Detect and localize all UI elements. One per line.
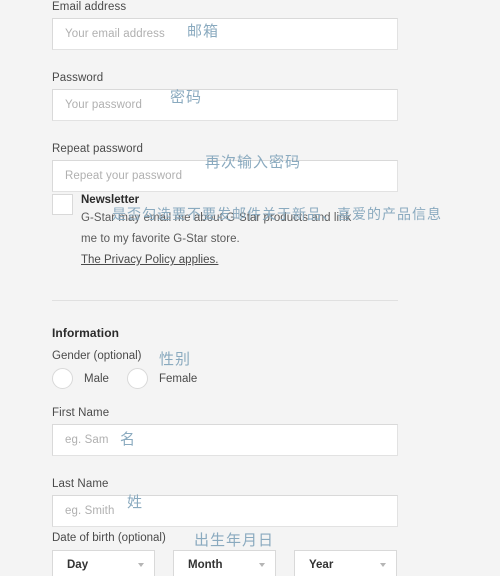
newsletter-checkbox[interactable] xyxy=(52,194,73,215)
gender-label-female: Female xyxy=(158,372,198,385)
email-input[interactable]: Your email address xyxy=(52,18,398,50)
date-of-birth-label: Date of birth (optional) xyxy=(52,532,166,544)
year-select-value: Year xyxy=(309,559,334,571)
section-divider xyxy=(52,300,398,301)
newsletter-title: Newsletter xyxy=(81,194,140,206)
chevron-down-icon xyxy=(380,563,386,567)
annotation-gender: 性别 xyxy=(159,350,192,368)
newsletter-description-line2: me to my favorite G-Star store. xyxy=(81,233,240,245)
password-label: Password xyxy=(52,72,104,84)
repeat-password-input[interactable]: Repeat your password xyxy=(52,160,398,192)
repeat-password-label: Repeat password xyxy=(52,143,143,155)
newsletter-body: Newsletter G-Star may email me about G-S… xyxy=(81,193,452,271)
last-name-label: Last Name xyxy=(52,478,109,490)
gender-label-male: Male xyxy=(84,372,109,385)
month-select-value: Month xyxy=(188,559,223,571)
last-name-placeholder: eg. Smith xyxy=(65,505,115,517)
newsletter-description-line1: G-Star may email me about G-Star product… xyxy=(81,212,352,224)
day-select-value: Day xyxy=(67,559,89,571)
name-fields: First Name eg. Sam Last Name eg. Smith xyxy=(52,406,398,548)
last-name-field-group: Last Name eg. Smith xyxy=(52,477,398,527)
password-placeholder: Your password xyxy=(65,99,142,111)
gender-radio-male[interactable] xyxy=(52,368,73,389)
repeat-password-field-group: Repeat password Repeat your password xyxy=(52,142,398,192)
first-name-placeholder: eg. Sam xyxy=(65,434,109,446)
gender-radio-group: Male Female xyxy=(52,368,215,389)
privacy-policy-link[interactable]: The Privacy Policy applies. xyxy=(81,250,218,271)
day-select[interactable]: Day xyxy=(52,550,155,576)
password-input[interactable]: Your password xyxy=(52,89,398,121)
account-fields: Email address Your email address Passwor… xyxy=(52,0,398,213)
year-select[interactable]: Year xyxy=(294,550,397,576)
first-name-label: First Name xyxy=(52,407,110,419)
chevron-down-icon xyxy=(259,563,265,567)
last-name-input[interactable]: eg. Smith xyxy=(52,495,398,527)
chevron-down-icon xyxy=(138,563,144,567)
information-section-title: Information xyxy=(52,326,120,340)
first-name-field-group: First Name eg. Sam xyxy=(52,406,398,456)
date-of-birth-row: Day Month Year xyxy=(52,550,415,576)
newsletter-row: Newsletter G-Star may email me about G-S… xyxy=(52,193,452,271)
email-label: Email address xyxy=(52,1,127,13)
registration-form-page: Email address Your email address Passwor… xyxy=(0,0,500,576)
month-select[interactable]: Month xyxy=(173,550,276,576)
gender-radio-female[interactable] xyxy=(126,368,148,389)
email-field-group: Email address Your email address xyxy=(52,0,398,50)
first-name-input[interactable]: eg. Sam xyxy=(52,424,398,456)
repeat-password-placeholder: Repeat your password xyxy=(65,170,183,182)
gender-label: Gender (optional) xyxy=(52,350,142,362)
password-field-group: Password Your password xyxy=(52,71,398,121)
email-placeholder: Your email address xyxy=(65,28,165,40)
